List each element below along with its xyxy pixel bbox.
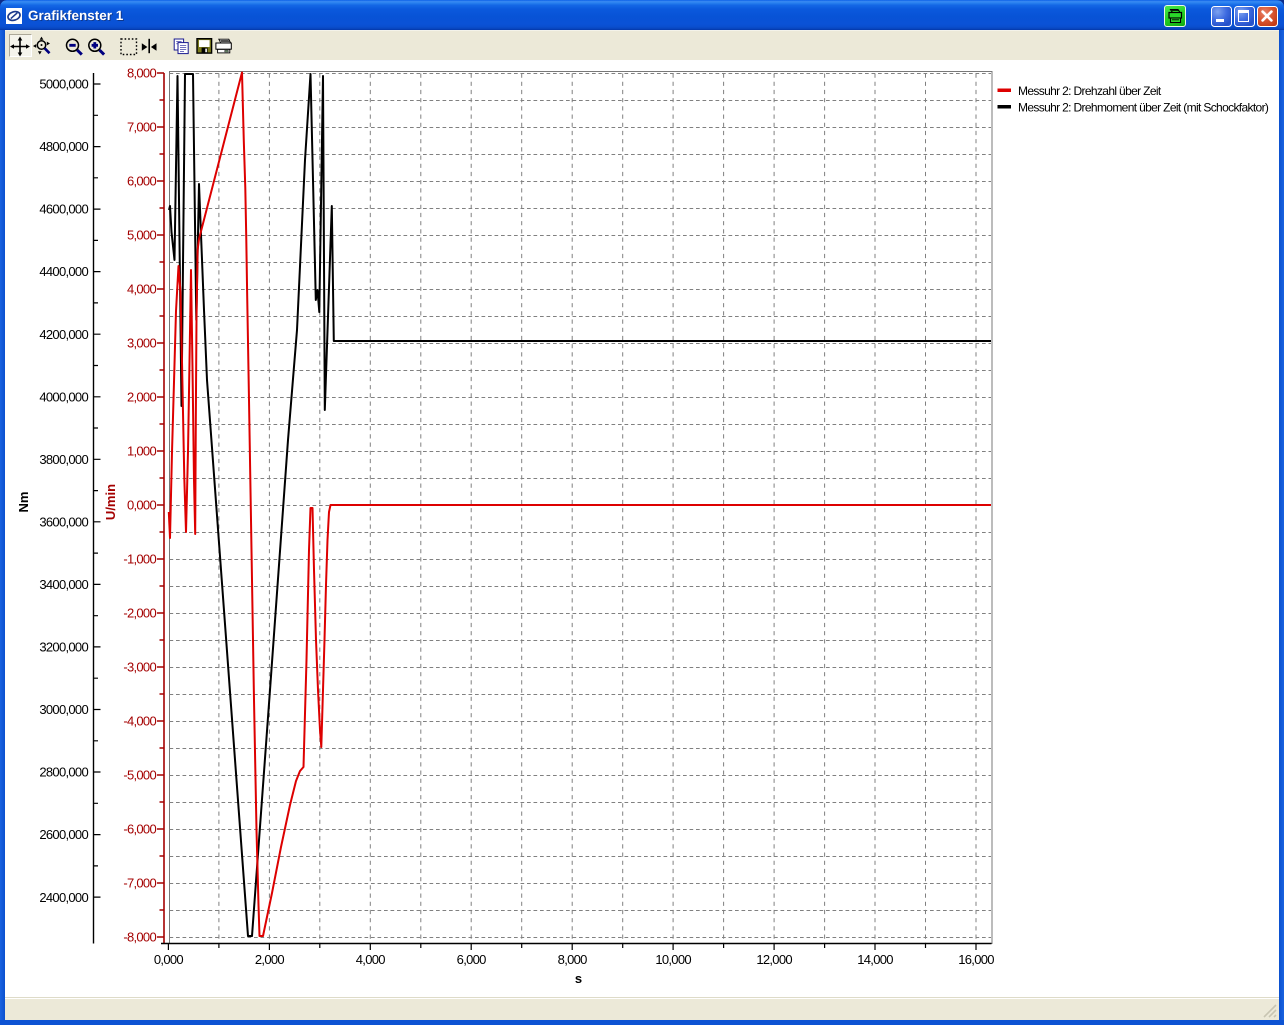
svg-text:0,000: 0,000 xyxy=(127,498,157,513)
svg-text:2800,000: 2800,000 xyxy=(39,765,88,780)
svg-text:4600,000: 4600,000 xyxy=(39,202,88,217)
svg-text:16,000: 16,000 xyxy=(958,952,994,967)
svg-text:4800,000: 4800,000 xyxy=(39,139,88,154)
svg-text:Messuhr 2: Drehzahl über Zeit: Messuhr 2: Drehzahl über Zeit xyxy=(1018,84,1162,98)
svg-text:1,000: 1,000 xyxy=(127,444,157,459)
svg-text:5,000: 5,000 xyxy=(127,228,157,243)
svg-text:5000,000: 5000,000 xyxy=(39,77,88,92)
svg-text:-3,000: -3,000 xyxy=(123,660,156,675)
svg-text:3800,000: 3800,000 xyxy=(39,452,88,467)
svg-text:-8,000: -8,000 xyxy=(123,930,156,945)
svg-text:3000,000: 3000,000 xyxy=(39,702,88,717)
svg-text:Nm: Nm xyxy=(16,492,31,513)
svg-text:14,000: 14,000 xyxy=(857,952,893,967)
svg-text:-5,000: -5,000 xyxy=(123,768,156,783)
svg-text:-7,000: -7,000 xyxy=(123,876,156,891)
svg-text:2,000: 2,000 xyxy=(255,952,285,967)
svg-text:-1,000: -1,000 xyxy=(123,552,156,567)
svg-text:3200,000: 3200,000 xyxy=(39,640,88,655)
svg-text:s: s xyxy=(575,971,582,986)
svg-text:-6,000: -6,000 xyxy=(123,822,156,837)
svg-text:-2,000: -2,000 xyxy=(123,606,156,621)
svg-text:8,000: 8,000 xyxy=(127,66,157,81)
svg-text:0,000: 0,000 xyxy=(154,952,184,967)
svg-text:6,000: 6,000 xyxy=(127,174,157,189)
svg-text:8,000: 8,000 xyxy=(558,952,588,967)
svg-text:U/min: U/min xyxy=(103,484,118,520)
svg-text:Messuhr 2: Drehmoment über Zei: Messuhr 2: Drehmoment über Zeit (mit Sch… xyxy=(1018,100,1269,114)
svg-text:4200,000: 4200,000 xyxy=(39,327,88,342)
svg-text:4400,000: 4400,000 xyxy=(39,264,88,279)
svg-text:2400,000: 2400,000 xyxy=(39,890,88,905)
svg-text:3400,000: 3400,000 xyxy=(39,577,88,592)
svg-text:2,000: 2,000 xyxy=(127,390,157,405)
svg-text:-4,000: -4,000 xyxy=(123,714,156,729)
svg-text:12,000: 12,000 xyxy=(756,952,792,967)
svg-text:10,000: 10,000 xyxy=(655,952,691,967)
svg-text:4,000: 4,000 xyxy=(127,282,157,297)
svg-text:4,000: 4,000 xyxy=(356,952,386,967)
svg-text:2600,000: 2600,000 xyxy=(39,827,88,842)
svg-text:4000,000: 4000,000 xyxy=(39,389,88,404)
svg-text:6,000: 6,000 xyxy=(457,952,487,967)
svg-text:3,000: 3,000 xyxy=(127,336,157,351)
svg-text:Grafikfenster 1: Grafikfenster 1 xyxy=(28,8,124,23)
svg-text:3600,000: 3600,000 xyxy=(39,514,88,529)
svg-text:7,000: 7,000 xyxy=(127,120,157,135)
